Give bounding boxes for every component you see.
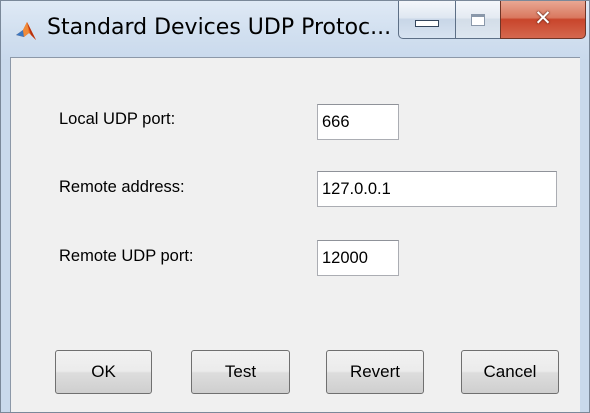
- revert-button[interactable]: Revert: [326, 350, 424, 394]
- local-udp-port-input[interactable]: [317, 104, 399, 140]
- maximize-icon: [471, 13, 485, 26]
- local-udp-port-label: Local UDP port:: [59, 110, 176, 128]
- maximize-button: [455, 1, 501, 39]
- cancel-button[interactable]: Cancel: [461, 350, 559, 394]
- window-title: Standard Devices UDP Protoc...: [47, 15, 392, 40]
- minimize-button[interactable]: [398, 1, 456, 39]
- close-icon: ✕: [534, 5, 552, 30]
- remote-address-input[interactable]: [317, 171, 557, 207]
- remote-udp-port-label: Remote UDP port:: [59, 247, 194, 265]
- close-button[interactable]: ✕: [500, 1, 586, 39]
- ok-button[interactable]: OK: [55, 350, 152, 394]
- minimize-icon: [415, 20, 439, 27]
- test-button[interactable]: Test: [191, 350, 290, 394]
- remote-udp-port-input[interactable]: [317, 240, 399, 276]
- dialog-content: Local UDP port: Remote address: Remote U…: [10, 57, 580, 412]
- remote-address-label: Remote address:: [59, 178, 185, 196]
- matlab-logo-icon[interactable]: [15, 20, 37, 42]
- dialog-window: Standard Devices UDP Protoc... ✕ Local U…: [0, 0, 590, 413]
- title-bar[interactable]: Standard Devices UDP Protoc... ✕: [1, 1, 589, 57]
- caption-buttons: ✕: [398, 1, 588, 41]
